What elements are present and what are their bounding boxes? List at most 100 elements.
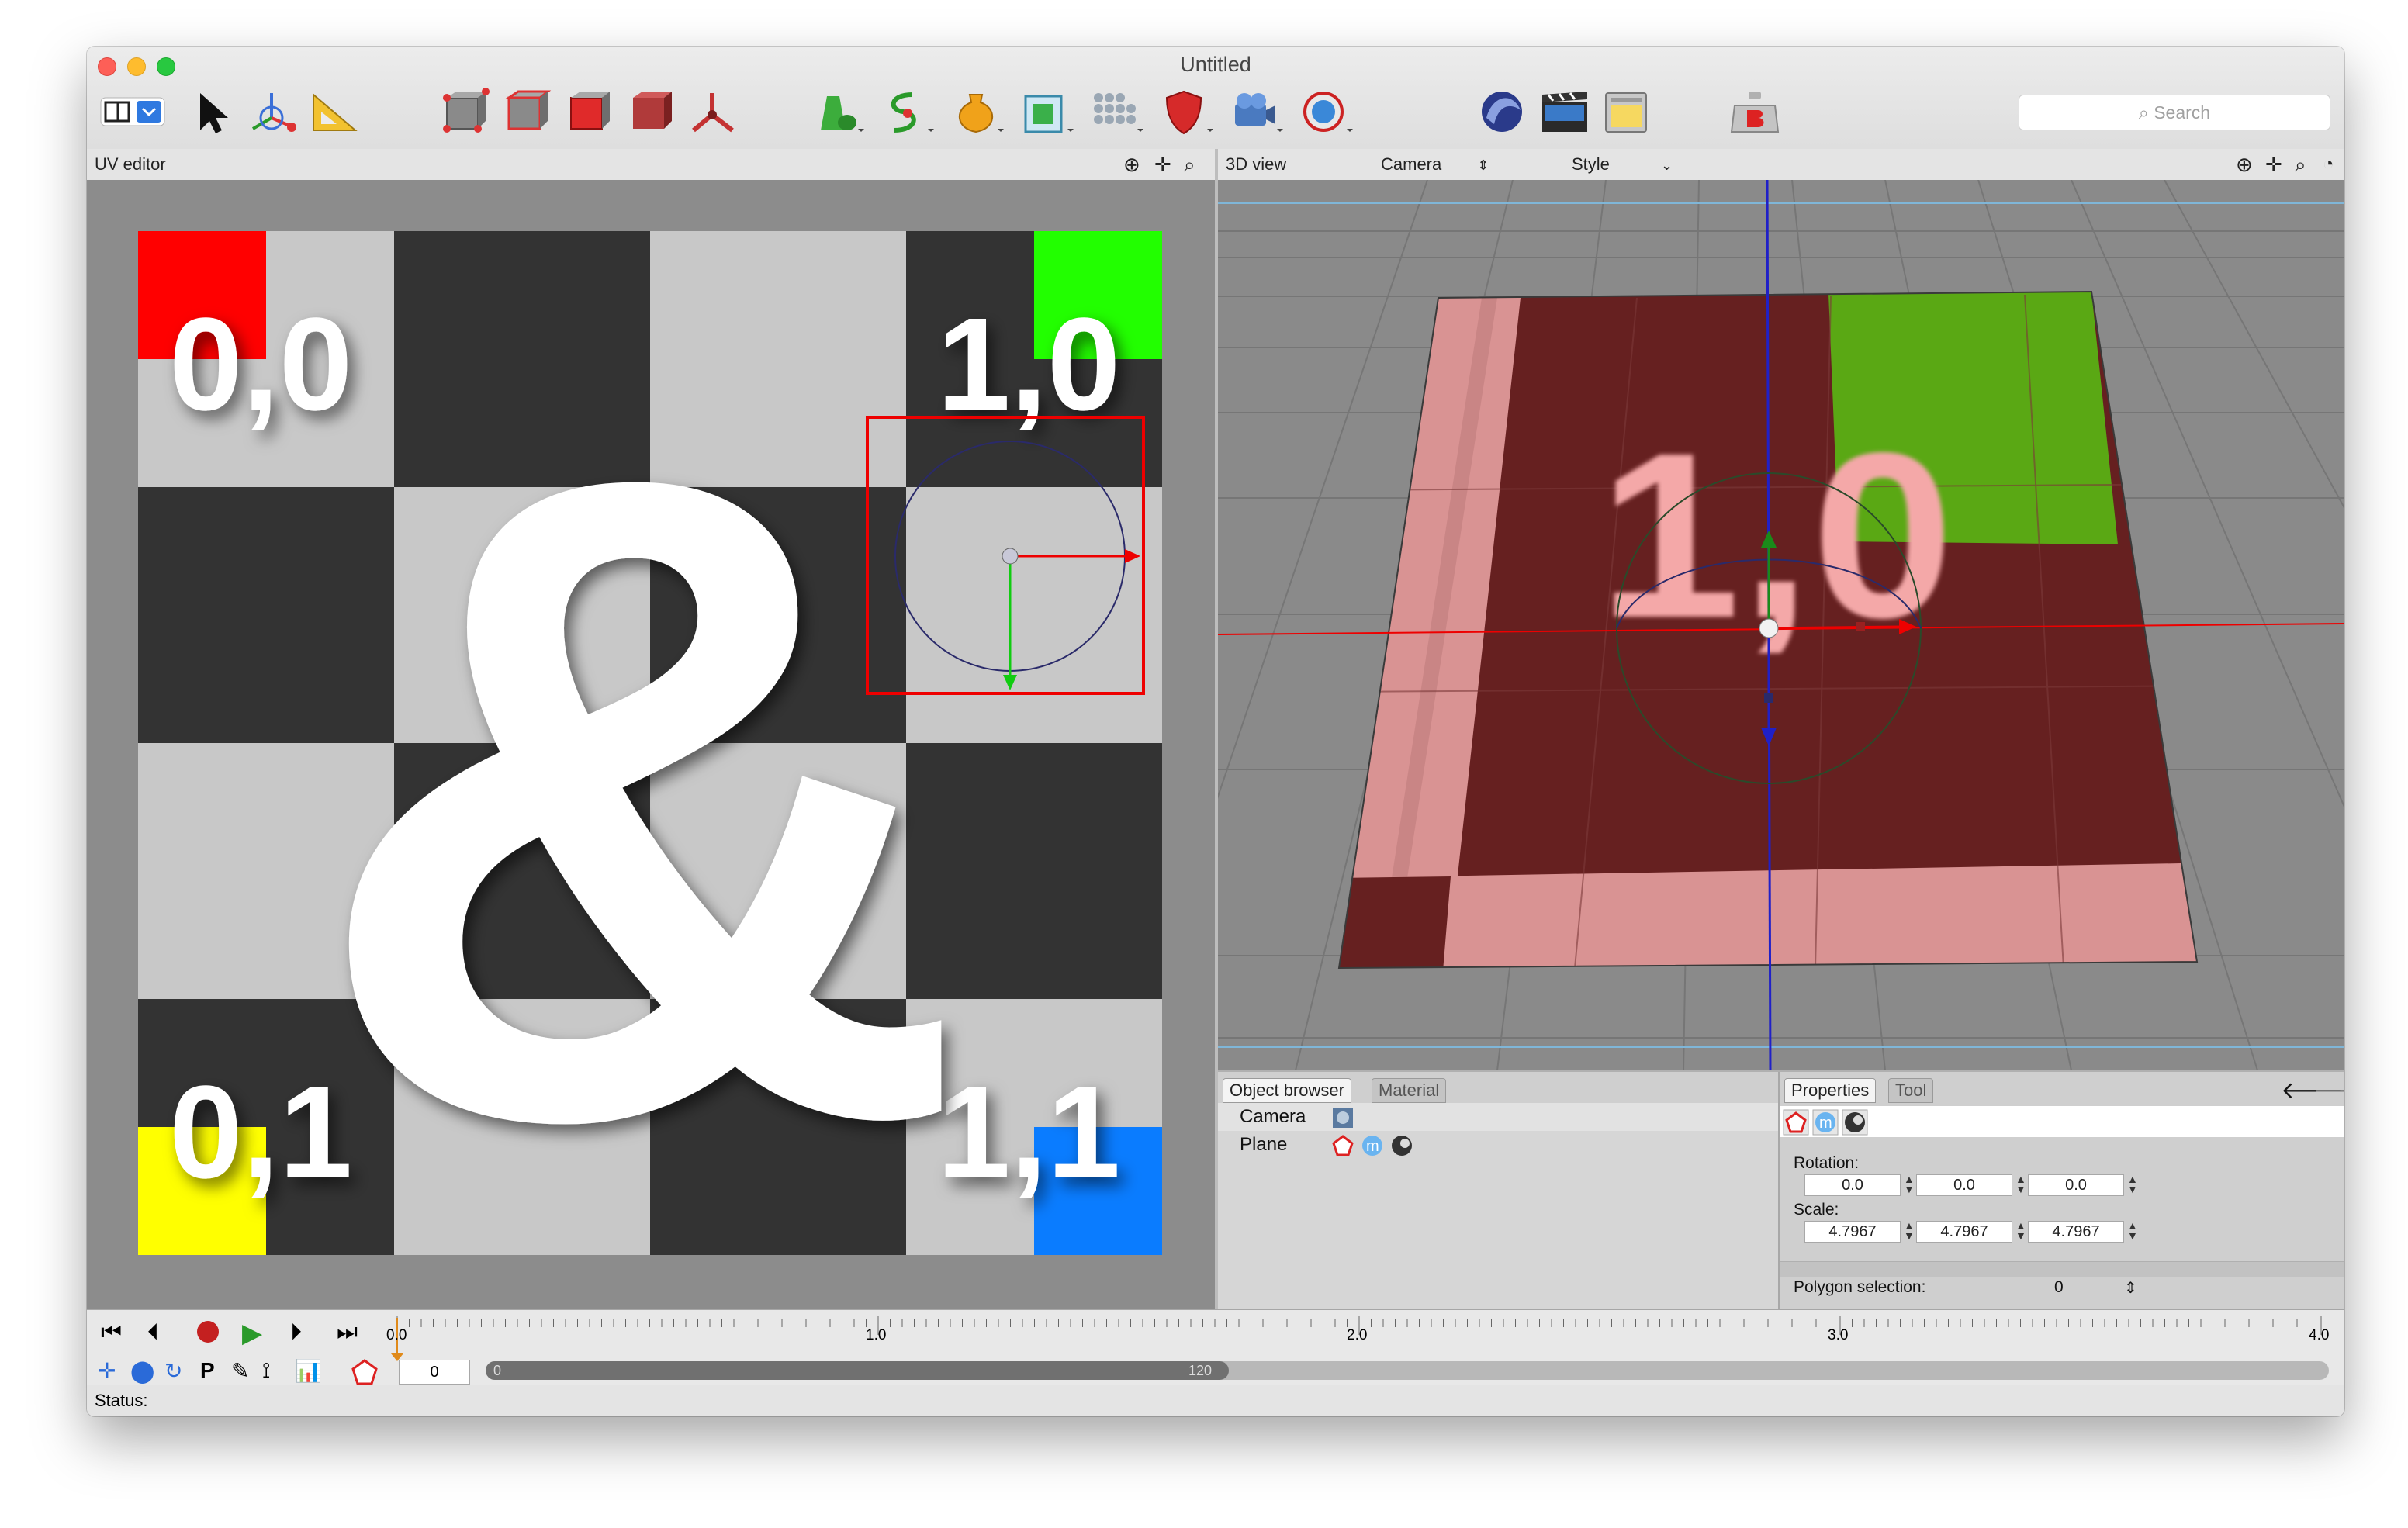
camera-icon[interactable] [1227,87,1289,137]
play-icon[interactable]: ▶ [242,1318,262,1349]
search-placeholder: Search [2154,102,2211,123]
array-icon[interactable] [1088,87,1150,137]
spline-icon[interactable] [878,87,940,137]
stepper-icon[interactable]: ▲ ▼ [2127,1220,2138,1241]
rotation-z-field[interactable]: 0.0 [2028,1174,2124,1196]
tick-label: 2.0 [1347,1327,1368,1343]
polygon-tag-icon[interactable] [1783,1109,1809,1136]
scale-x-field[interactable]: 4.7967 [1804,1221,1901,1243]
tab-object-browser[interactable]: Object browser [1223,1078,1351,1103]
clapboard-icon[interactable] [1538,87,1592,137]
levels-tool-icon[interactable]: 📊 [295,1358,322,1384]
plugin-weight-icon[interactable] [1724,87,1786,137]
frame-field[interactable]: 0 [399,1360,470,1385]
polygon-mode-icon[interactable] [351,1358,379,1386]
go-to-end-icon[interactable]: ⏭ [337,1319,358,1346]
record-button[interactable] [197,1321,219,1343]
properties-panel: Properties Tool 🡐 🡒 m Rotation: 0.0 [1780,1072,2344,1311]
primitives-icon[interactable] [808,87,870,137]
shield-icon[interactable] [1157,87,1220,137]
list-item[interactable]: Camera [1218,1103,1778,1131]
stepper-icon[interactable]: ▲ ▼ [2127,1174,2138,1194]
search-field[interactable]: ⌕ Search [2019,95,2330,130]
stepper-icon[interactable]: ▲ ▼ [2015,1174,2026,1194]
zoom-icon[interactable]: ⌕ [2295,149,2306,180]
uv-editor-pane[interactable]: 0,0 1,0 0,1 1,1 & [87,180,1215,1309]
camera-tag-icon[interactable] [1331,1106,1354,1129]
render-icon[interactable] [1476,87,1530,137]
polygon-tag-icon[interactable] [1331,1134,1354,1157]
panel-layout-icon[interactable] [98,87,168,137]
texture-tag-icon[interactable] [1842,1109,1868,1136]
step-forward-icon[interactable]: ⏵ [290,1319,302,1346]
axis-object-icon[interactable] [686,87,740,137]
zoom-icon[interactable]: ⌕ [1184,149,1195,180]
object-name: Camera [1240,1106,1306,1127]
material-tag-icon[interactable]: m [1361,1134,1384,1157]
lathe-vase-icon[interactable] [948,87,1010,137]
view3d-title: 3D view [1226,154,1287,174]
object-list: Camera Plane m [1218,1103,1778,1311]
search-icon: ⌕ [2138,102,2149,123]
list-item[interactable]: Plane m [1218,1131,1778,1159]
object-cube-icon[interactable] [624,87,678,137]
scale-z-field[interactable]: 4.7967 [2028,1221,2124,1243]
pen-tool-icon[interactable]: P [200,1358,215,1383]
view3d-canvas[interactable]: 1,0 [1218,180,2344,1070]
tab-material[interactable]: Material [1372,1078,1447,1103]
texture-tag-icon[interactable] [1390,1134,1413,1157]
polygon-selection-value[interactable]: 0 [2054,1278,2064,1297]
forward-arrow-icon[interactable]: 🡒 [2313,1077,2344,1105]
move-view-icon[interactable]: ⊕ [2236,149,2253,180]
pan-icon[interactable]: ✛ [2265,149,2282,180]
step-back-icon[interactable]: ⏴ [147,1319,159,1346]
rotation-x-field[interactable]: 0.0 [1804,1174,1901,1196]
rotation-label: Rotation: [1794,1154,1860,1172]
uv-editor-title: UV editor [95,154,166,174]
range-track[interactable]: 0 120 [486,1361,2329,1380]
range-end-label: 120 [1188,1363,1213,1378]
rotate-icon[interactable]: ◔ [2323,149,2334,180]
move-view-icon[interactable]: ⊕ [1123,149,1140,180]
transform-axis-icon[interactable] [247,87,301,137]
deformer-cube-icon[interactable] [1018,87,1080,137]
properties-content: m Rotation: 0.0 ▲ ▼ 0.0 ▲ ▼ 0.0 ▲ ▼ Scale: … [1780,1106,2344,1311]
light-icon[interactable] [1297,87,1359,137]
rotate-tool-icon[interactable]: ↻ [164,1358,182,1384]
range-slider[interactable] [486,1361,1229,1380]
view3d-pane[interactable]: 1,0 [1218,180,2344,1070]
stepper-icon[interactable]: ▲ ▼ [1904,1174,1915,1194]
ruler-icon[interactable] [307,87,362,137]
gizmo-center[interactable] [1002,548,1019,565]
render-window-icon[interactable] [1600,87,1654,137]
vertex-cube-icon[interactable] [438,87,492,137]
status-label: Status: [95,1391,148,1410]
scale-tool-icon[interactable]: ⬤ [130,1358,154,1384]
edge-cube-icon[interactable] [500,87,554,137]
face-cube-icon[interactable] [562,87,616,137]
uv-texture-canvas[interactable]: 0,0 1,0 0,1 1,1 & [87,180,1215,1309]
go-to-start-icon[interactable]: ⏮ [101,1319,122,1346]
move-x-handle[interactable] [1768,625,1901,630]
rotation-y-field[interactable]: 0.0 [1916,1174,2012,1196]
stepper-icon[interactable]: ▲ ▼ [1904,1220,1915,1241]
bridge-tool-icon[interactable]: ⟟ [262,1358,270,1384]
tab-properties[interactable]: Properties [1784,1078,1877,1103]
tab-tool[interactable]: Tool [1888,1078,1934,1103]
stepper-icon[interactable]: ▲ ▼ [2015,1220,2026,1241]
pan-icon[interactable]: ✛ [1154,149,1171,180]
style-select[interactable]: Style ⌄ [1572,149,1673,181]
object-browser-panel: Object browser Material Camera Plane m [1218,1072,1780,1311]
scale-y-field[interactable]: 4.7967 [1916,1221,2012,1243]
select-arrow-icon[interactable] [191,87,237,137]
material-tag-icon[interactable]: m [1812,1109,1839,1136]
ampersand-glyph: & [309,288,970,1309]
timeline-ruler[interactable] [87,1315,2344,1361]
gizmo-center[interactable] [1759,618,1779,638]
move-tool-icon[interactable]: ✛ [98,1358,116,1384]
updown-icon[interactable]: ⇕ [2124,1278,2137,1298]
camera-select[interactable]: Camera ⇕ [1381,149,1489,181]
knife-tool-icon[interactable]: ✎ [231,1358,249,1384]
tick-label: 3.0 [1828,1327,1849,1343]
range-start-label: 0 [493,1363,502,1378]
